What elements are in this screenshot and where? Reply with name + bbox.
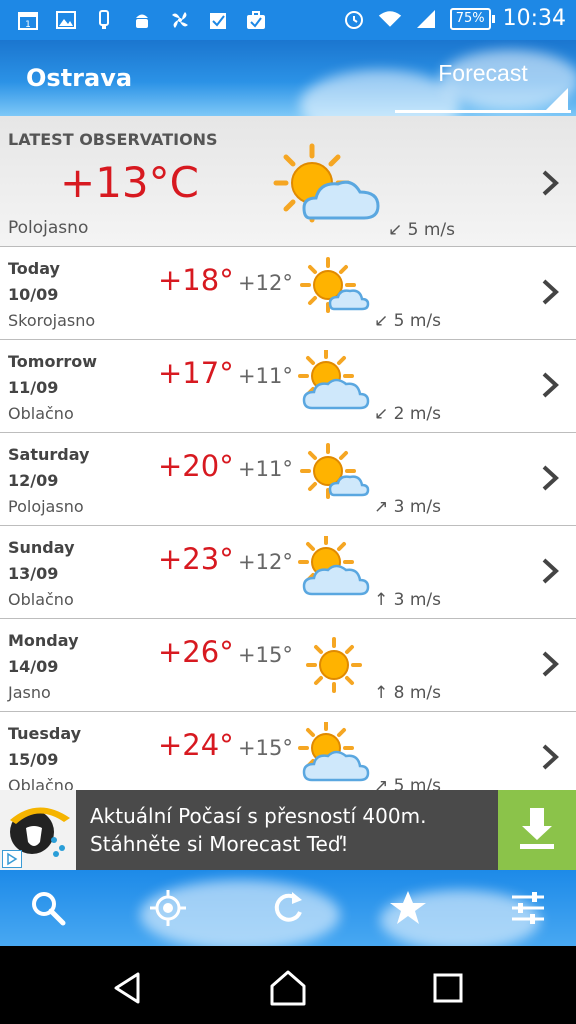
forecast-high-temp: +26° — [158, 635, 234, 669]
location-target-icon[interactable] — [148, 888, 188, 928]
sun-cloud-icon — [300, 443, 370, 499]
forecast-description: Skorojasno — [8, 311, 96, 330]
forecast-high-temp: +17° — [158, 356, 234, 390]
wind-speed: 3 m/s — [393, 590, 442, 610]
forecast-date: 11/09 — [8, 378, 59, 397]
forecast-wind: ↙ 5 m/s — [374, 311, 441, 331]
chevron-right-icon[interactable] — [538, 649, 562, 679]
forecast-low-temp: +12° — [238, 271, 293, 295]
wind-speed: 5 m/s — [393, 776, 442, 790]
forecast-day: Today — [8, 259, 60, 278]
forecast-low-temp: +11° — [238, 457, 293, 481]
home-icon[interactable] — [266, 966, 310, 1010]
forecast-high-temp: +20° — [158, 449, 234, 483]
forecast-day: Sunday — [8, 538, 75, 557]
ad-choices-icon[interactable] — [2, 850, 22, 868]
forecast-row[interactable]: Tuesday 15/09 Oblačno +24° +15° ↗ 5 m/s — [0, 712, 576, 790]
forecast-low-temp: +15° — [238, 736, 293, 760]
wind-speed: 3 m/s — [393, 497, 442, 517]
ad-subline: Stáhněte si Morecast Teď! — [90, 832, 349, 856]
wind-speed: 2 m/s — [393, 404, 442, 424]
forecast-row[interactable]: Monday 14/09 Jasno +26° +15° ↑ 8 m/s — [0, 619, 576, 712]
forecast-date: 15/09 — [8, 750, 59, 769]
forecast-wind: ↗ 3 m/s — [374, 497, 441, 517]
system-navigation-bar — [0, 946, 576, 1024]
search-icon[interactable] — [28, 888, 68, 928]
favorite-star-icon[interactable] — [388, 888, 428, 928]
forecast-wind: ↑ 8 m/s — [374, 683, 441, 703]
sun-icon — [306, 637, 362, 693]
ad-headline: Aktuální Počasí s přesností 400m. — [90, 804, 427, 828]
forecast-date: 12/09 — [8, 471, 59, 490]
wind-arrow-icon: ↗ — [374, 776, 389, 790]
wind-arrow-icon: ↑ — [374, 590, 389, 610]
forecast-date: 13/09 — [8, 564, 59, 583]
forecast-description: Jasno — [8, 683, 51, 702]
forecast-row[interactable]: Sunday 13/09 Oblačno +23° +12° ↑ 3 m/s — [0, 526, 576, 619]
forecast-description: Polojasno — [8, 497, 84, 516]
forecast-date: 10/09 — [8, 285, 59, 304]
recents-icon[interactable] — [426, 966, 470, 1010]
wind-speed: 8 m/s — [393, 683, 442, 703]
chevron-right-icon[interactable] — [538, 277, 562, 307]
forecast-description: Oblačno — [8, 404, 74, 423]
settings-sliders-icon[interactable] — [508, 888, 548, 928]
forecast-low-temp: +12° — [238, 550, 293, 574]
forecast-list: Today 10/09 Skorojasno +18° +12° ↙ 5 m/s… — [0, 0, 576, 790]
forecast-row[interactable]: Today 10/09 Skorojasno +18° +12° ↙ 5 m/s — [0, 247, 576, 340]
forecast-date: 14/09 — [8, 657, 59, 676]
forecast-high-temp: +24° — [158, 728, 234, 762]
forecast-day: Saturday — [8, 445, 90, 464]
refresh-icon[interactable] — [268, 888, 308, 928]
sun-cloud-icon — [300, 257, 370, 313]
forecast-description: Oblačno — [8, 776, 74, 790]
forecast-wind: ↗ 5 m/s — [374, 776, 441, 790]
ad-banner[interactable]: Aktuální Počasí s přesností 400m. Stáhně… — [0, 790, 576, 870]
forecast-day: Tuesday — [8, 724, 82, 743]
cloud-sun-icon — [298, 536, 370, 596]
forecast-high-temp: +18° — [158, 263, 234, 297]
bottom-toolbar — [0, 870, 576, 946]
forecast-high-temp: +23° — [158, 542, 234, 576]
chevron-right-icon[interactable] — [538, 556, 562, 586]
wind-arrow-icon: ↑ — [374, 683, 389, 703]
wind-arrow-icon: ↙ — [374, 311, 389, 331]
wind-arrow-icon: ↗ — [374, 497, 389, 517]
cloud-sun-icon — [298, 722, 370, 782]
wind-arrow-icon: ↙ — [374, 404, 389, 424]
forecast-low-temp: +15° — [238, 643, 293, 667]
ad-logo — [0, 790, 76, 870]
chevron-right-icon[interactable] — [538, 370, 562, 400]
download-button[interactable] — [498, 790, 576, 870]
forecast-wind: ↑ 3 m/s — [374, 590, 441, 610]
wind-speed: 5 m/s — [393, 311, 442, 331]
forecast-row[interactable]: Saturday 12/09 Polojasno +20° +11° ↗ 3 m… — [0, 433, 576, 526]
download-icon — [520, 808, 554, 849]
back-icon[interactable] — [106, 966, 150, 1010]
forecast-day: Tomorrow — [8, 352, 97, 371]
forecast-description: Oblačno — [8, 590, 74, 609]
forecast-low-temp: +11° — [238, 364, 293, 388]
cloud-sun-icon — [298, 350, 370, 410]
chevron-right-icon[interactable] — [538, 463, 562, 493]
forecast-row[interactable]: Tomorrow 11/09 Oblačno +17° +11° ↙ 2 m/s — [0, 340, 576, 433]
chevron-right-icon[interactable] — [538, 742, 562, 772]
forecast-day: Monday — [8, 631, 79, 650]
forecast-wind: ↙ 2 m/s — [374, 404, 441, 424]
